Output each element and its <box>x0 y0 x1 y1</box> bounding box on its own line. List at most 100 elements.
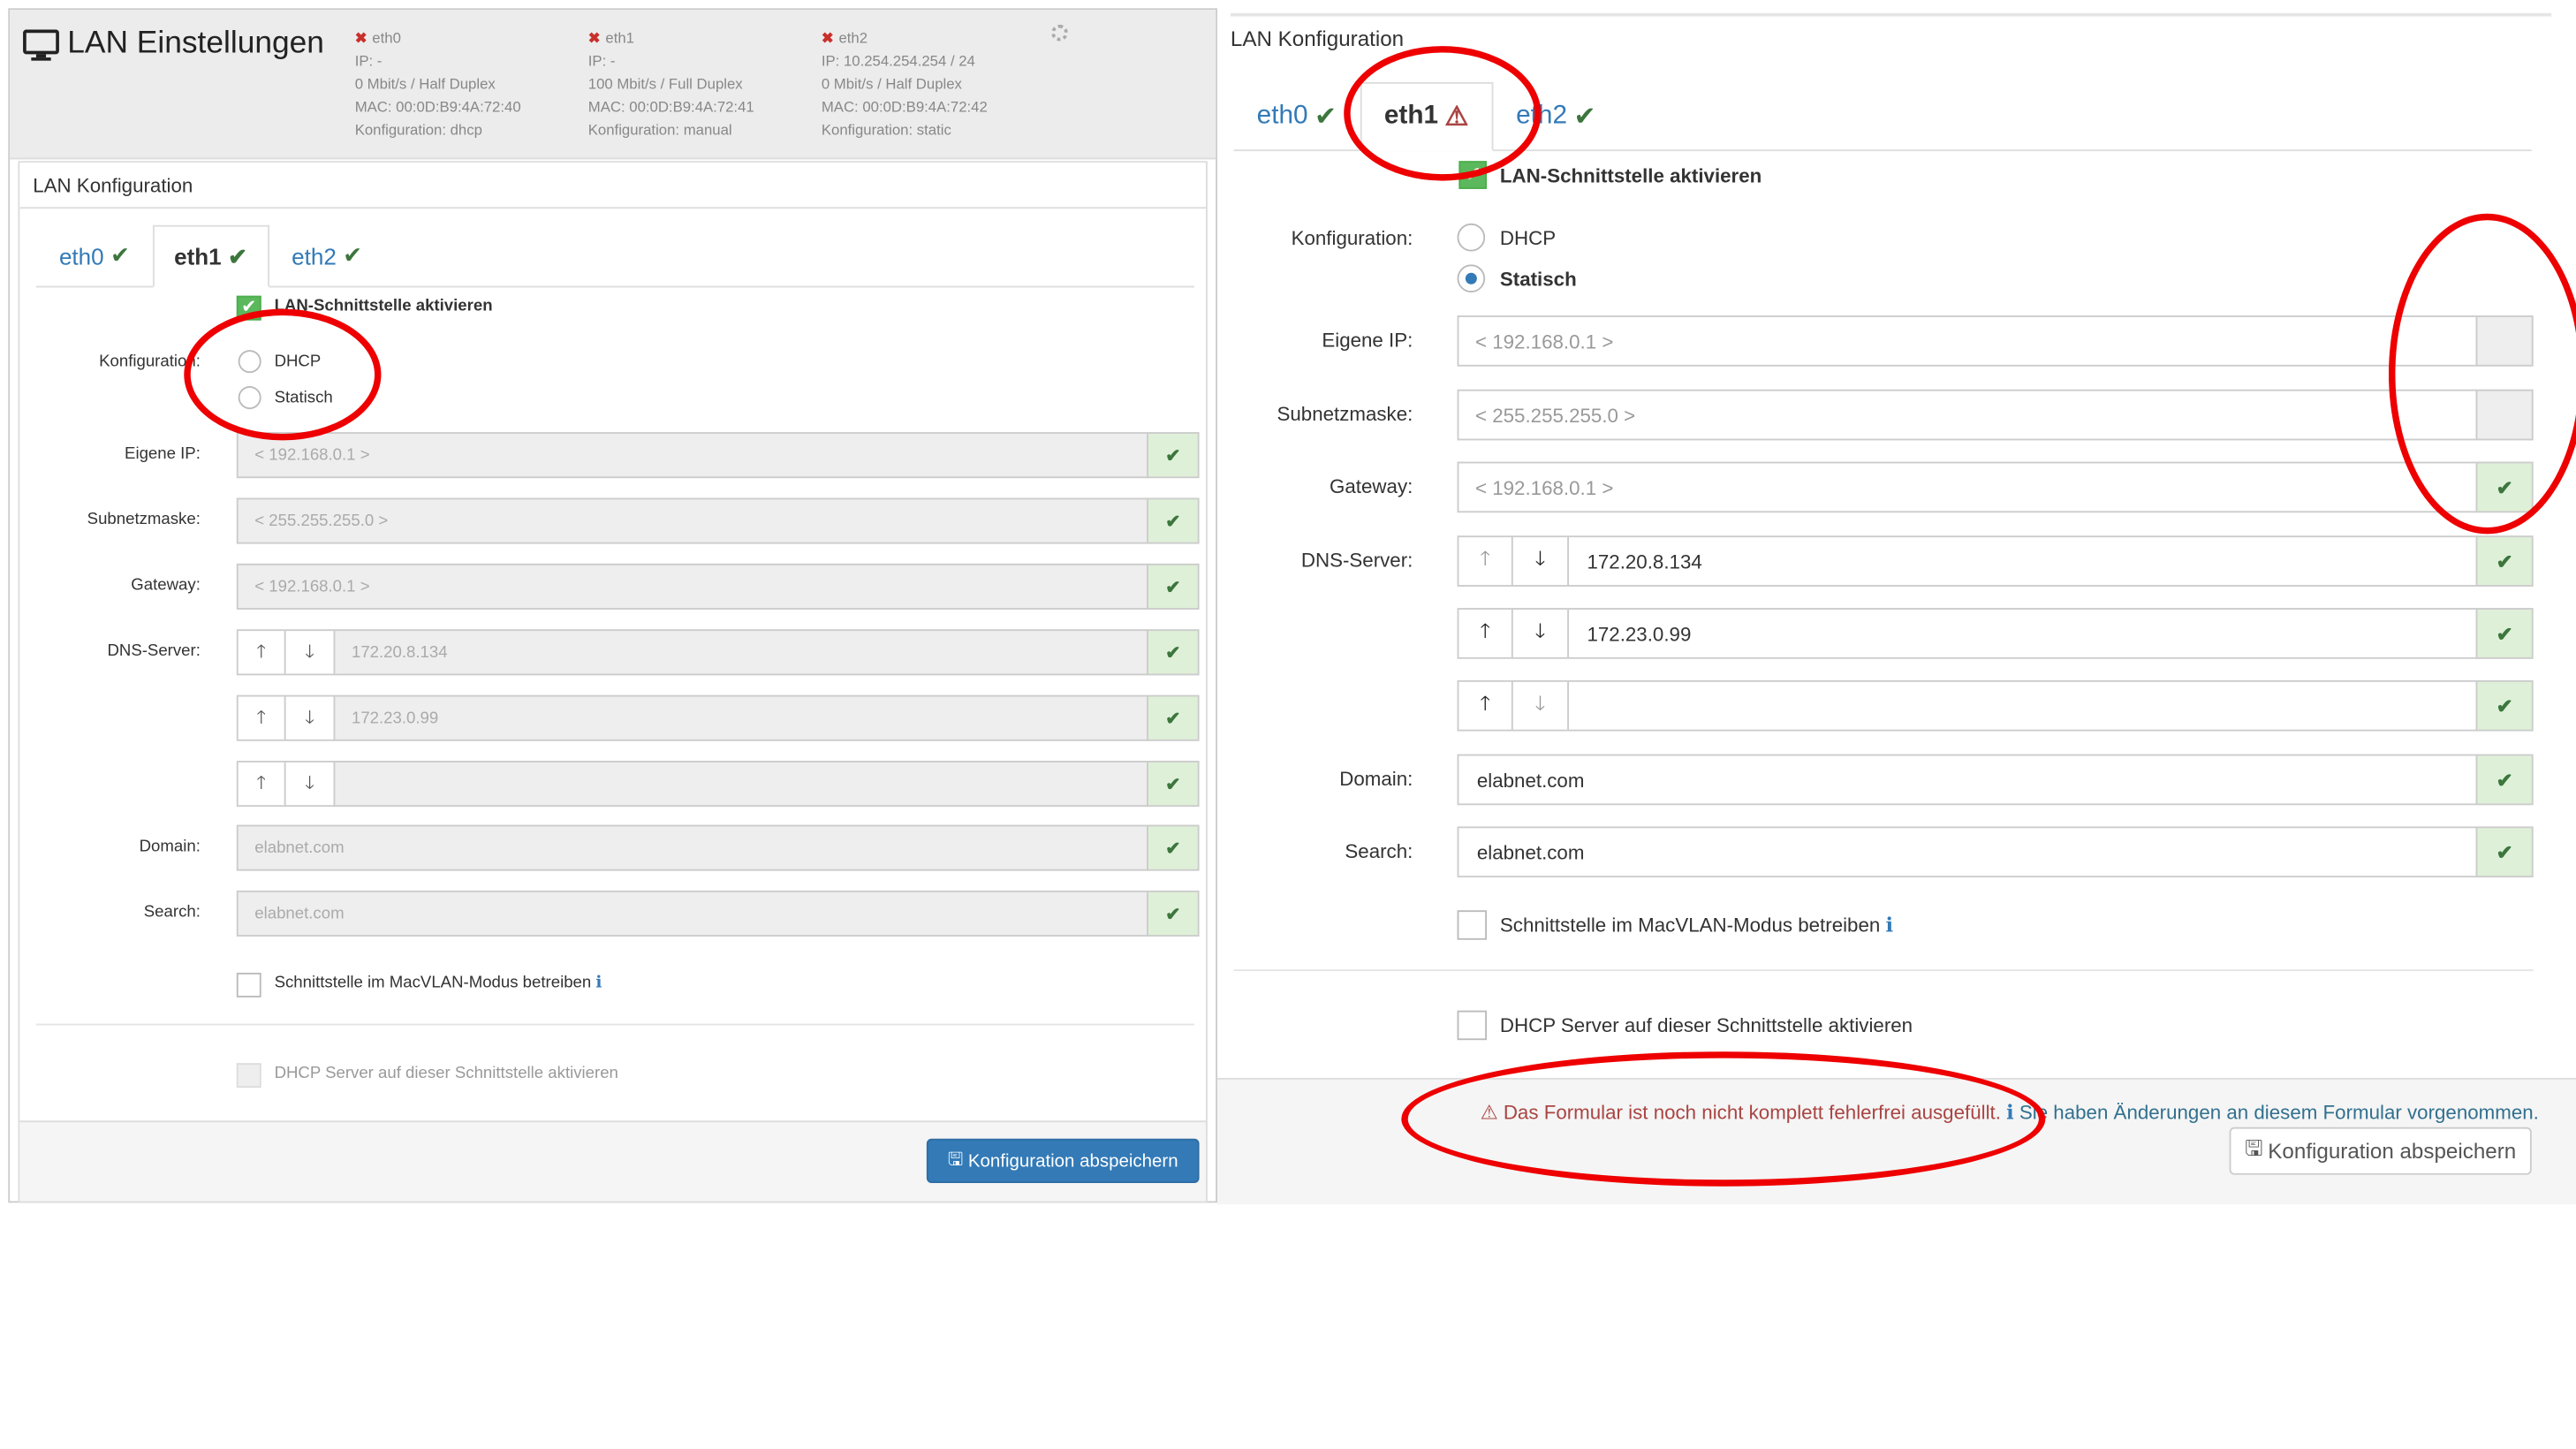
iface-ip: IP: - <box>587 52 616 70</box>
divider <box>1230 12 2552 17</box>
dns-input-2[interactable]: 172.23.0.99 <box>333 694 1148 741</box>
tab-eth0[interactable]: eth0 ✔ <box>36 225 153 286</box>
activate-checkbox[interactable]: ✔ <box>236 295 261 321</box>
search-label: Search: <box>143 903 201 922</box>
check-icon: ✔ <box>1147 824 1200 871</box>
right-window: LAN Konfiguration eth0 ✔ eth1 ⚠ eth2 ✔ ✔ LA… <box>1217 0 2576 1205</box>
arrow-down-icon[interactable]: 🡓 <box>1511 535 1570 587</box>
dhcp-server-label: DHCP Server auf dieser Schnittstelle akt… <box>274 1065 618 1083</box>
dns-label: DNS-Server: <box>107 642 201 661</box>
save-button[interactable]: 🖫 Konfiguration abspeichern <box>926 1138 1200 1183</box>
dhcp-radio[interactable] <box>1457 223 1486 252</box>
dns-input-1[interactable]: 172.20.8.134 <box>333 629 1148 676</box>
iface-config: Konfiguration: dhcp <box>354 121 482 139</box>
iface-mac: MAC: 00:0D:B9:4A:72:40 <box>354 98 521 116</box>
check-icon: ✔ <box>1573 102 1596 131</box>
tab-eth1[interactable]: eth1 ⚠ <box>1359 81 1494 152</box>
save-icon: 🖫 <box>2245 1134 2263 1160</box>
save-label: Konfiguration abspeichern <box>2268 1138 2517 1164</box>
gateway-input[interactable]: < 192.168.0.1 > <box>1457 461 2478 513</box>
error-text: Das Formular ist noch nicht komplett feh… <box>1503 1100 2001 1125</box>
tab-eth2[interactable]: eth2 ✔ <box>1493 82 1618 149</box>
check-icon: ✔ <box>2475 679 2534 732</box>
ip-input[interactable]: < 192.168.0.1 > <box>1457 315 2478 367</box>
ip-input[interactable]: < 192.168.0.1 > <box>236 432 1148 479</box>
check-icon: ✔ <box>2475 754 2534 806</box>
check-icon: ✔ <box>110 241 130 269</box>
tab-eth1[interactable]: eth1 ✔ <box>152 224 269 288</box>
tab-eth2[interactable]: eth2 ✔ <box>269 225 385 286</box>
arrow-up-icon[interactable]: 🡑 <box>236 694 286 741</box>
arrow-up-icon[interactable]: 🡑 <box>1457 679 1513 732</box>
arrow-up-icon[interactable]: 🡑 <box>1457 535 1513 587</box>
dns-input-3[interactable] <box>1567 679 2478 732</box>
dns-label: DNS-Server: <box>1300 549 1413 573</box>
domain-label: Domain: <box>139 838 201 856</box>
arrow-up-icon[interactable]: 🡑 <box>236 761 286 808</box>
check-icon: ✔ <box>2475 608 2534 659</box>
arrow-down-icon[interactable]: 🡓 <box>1511 608 1570 659</box>
arrow-down-icon[interactable]: 🡓 <box>1511 679 1570 732</box>
ip-label: Eigene IP: <box>125 444 201 464</box>
divider <box>1233 969 2534 972</box>
dns-input-1[interactable]: 172.20.8.134 <box>1567 535 2478 587</box>
tab-eth0[interactable]: eth0 ✔ <box>1234 82 1360 149</box>
iface-ip: IP: - <box>354 52 383 70</box>
info-icon: ℹ <box>2006 1100 2014 1125</box>
iface-speed: 0 Mbit/s / Half Duplex <box>354 75 496 93</box>
check-icon: ✔ <box>1147 694 1200 741</box>
save-button[interactable]: 🖫 Konfiguration abspeichern <box>2229 1127 2532 1175</box>
info-text: Sie haben Änderungen an diesem Formular … <box>2019 1100 2539 1125</box>
search-input[interactable]: elabnet.com <box>1457 826 2478 878</box>
static-radio-label: Statisch <box>274 389 333 408</box>
activate-label: LAN-Schnittstelle aktivieren <box>1499 163 1762 188</box>
left-window: LAN Einstellungen ✖ eth0 IP: - 0 Mbit/s /… <box>8 8 1218 1203</box>
domain-input[interactable]: elabnet.com <box>1457 754 2478 806</box>
tab-label: eth0 <box>1256 101 1308 129</box>
macvlan-label: Schnittstelle im MacVLAN-Modus betreiben… <box>1500 914 1893 937</box>
static-radio[interactable] <box>238 386 261 410</box>
konfig-label: Konfiguration: <box>1291 226 1413 250</box>
dns-input-3[interactable] <box>333 761 1148 808</box>
check-icon: ✔ <box>2475 826 2534 878</box>
info-icon[interactable]: ℹ <box>595 975 602 992</box>
subnet-mask-input[interactable]: < 255.255.255.0 > <box>1457 389 2478 441</box>
arrow-down-icon[interactable]: 🡓 <box>284 694 336 741</box>
arrow-up-icon[interactable]: 🡑 <box>236 629 286 676</box>
check-icon: ✔ <box>343 241 363 269</box>
subnet-mask-input[interactable]: < 255.255.255.0 > <box>236 497 1148 544</box>
check-icon: ✔ <box>1147 432 1200 479</box>
gateway-input[interactable]: < 192.168.0.1 > <box>236 563 1148 610</box>
dhcp-radio[interactable] <box>238 350 261 374</box>
iface-mac: MAC: 00:0D:B9:4A:72:42 <box>821 98 988 116</box>
check-icon: ✔ <box>1147 629 1200 676</box>
activate-label: LAN-Schnittstelle aktivieren <box>274 297 493 316</box>
search-input[interactable]: elabnet.com <box>236 890 1148 937</box>
check-icon: ✔ <box>2475 461 2534 513</box>
iface-name: eth2 <box>838 29 868 47</box>
panel-title: LAN Konfiguration <box>19 163 1207 209</box>
activate-checkbox[interactable]: ✔ <box>1458 161 1488 189</box>
validation-addon-empty <box>2475 315 2534 367</box>
gateway-label: Gateway: <box>131 576 201 596</box>
arrow-up-icon[interactable]: 🡑 <box>1457 608 1513 659</box>
macvlan-checkbox[interactable] <box>1457 910 1488 940</box>
static-radio[interactable] <box>1457 264 1486 293</box>
dns-input-2[interactable]: 172.23.0.99 <box>1567 608 2478 659</box>
dhcp-radio-label: DHCP <box>1499 226 1557 250</box>
dhcp-server-checkbox[interactable] <box>1457 1010 1488 1041</box>
error-x-icon: ✖ <box>587 29 601 47</box>
mask-label: Subnetzmaske: <box>1277 402 1413 426</box>
loading-spinner-icon <box>1051 24 1068 42</box>
arrow-down-icon[interactable]: 🡓 <box>284 629 336 676</box>
arrow-down-icon[interactable]: 🡓 <box>284 761 336 808</box>
info-icon[interactable]: ℹ <box>1886 914 1893 937</box>
macvlan-text: Schnittstelle im MacVLAN-Modus betreiben <box>274 974 592 993</box>
radio-dot-icon <box>1465 272 1477 284</box>
domain-input[interactable]: elabnet.com <box>236 824 1148 871</box>
error-x-icon: ✖ <box>354 29 367 47</box>
dhcp-server-label: DHCP Server auf dieser Schnittstelle akt… <box>1499 1013 1913 1037</box>
macvlan-checkbox[interactable] <box>236 972 261 998</box>
validation-addon-empty <box>2475 389 2534 441</box>
konfig-label: Konfiguration: <box>99 353 201 372</box>
